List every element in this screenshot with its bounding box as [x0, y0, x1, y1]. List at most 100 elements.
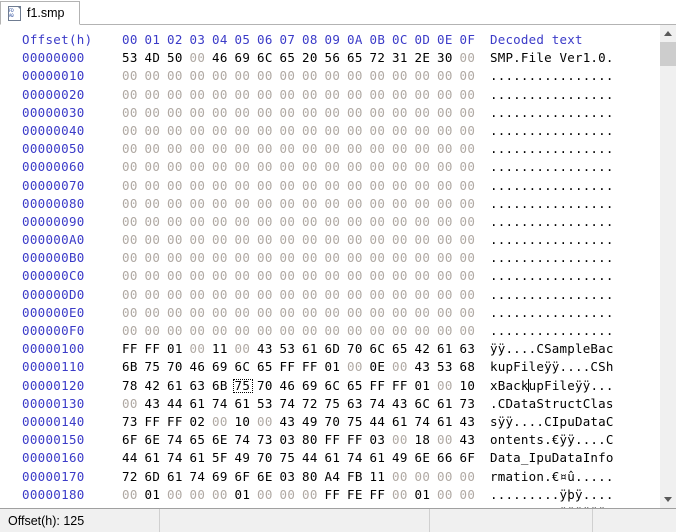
hex-byte[interactable]: 00	[235, 158, 258, 176]
hex-byte[interactable]: 01	[415, 486, 438, 504]
hex-byte[interactable]: 69	[212, 358, 235, 376]
hex-byte[interactable]: 70	[167, 358, 190, 376]
hex-byte[interactable]: 00	[437, 304, 460, 322]
hex-byte[interactable]: 73	[257, 431, 280, 449]
hex-byte[interactable]: 00	[347, 104, 370, 122]
scrollbar-thumb[interactable]	[660, 42, 676, 66]
hex-byte[interactable]: 00	[235, 122, 258, 140]
hex-byte[interactable]: 00	[257, 195, 280, 213]
hex-byte[interactable]: 6C	[235, 358, 258, 376]
hex-byte[interactable]: 61	[392, 413, 415, 431]
hex-byte[interactable]: 00	[415, 67, 438, 85]
row-decoded-text[interactable]: ................	[482, 140, 614, 158]
row-decoded-text[interactable]: ................	[482, 67, 614, 85]
hex-byte[interactable]: 6B	[122, 358, 145, 376]
hex-byte[interactable]: 00	[415, 267, 438, 285]
hex-byte[interactable]: FF	[370, 377, 393, 395]
hex-byte[interactable]: 00	[302, 504, 325, 508]
hex-byte[interactable]: 75	[325, 395, 348, 413]
hex-byte[interactable]: 00	[460, 104, 483, 122]
hex-byte[interactable]: 00	[460, 286, 483, 304]
hex-byte[interactable]: 00	[325, 249, 348, 267]
hex-byte[interactable]: 6F	[122, 431, 145, 449]
hex-byte[interactable]: 00	[347, 195, 370, 213]
hex-byte[interactable]: 00	[437, 431, 460, 449]
hex-byte[interactable]: 00	[370, 158, 393, 176]
hex-row[interactable]: 00000110 6B 75 70 46 69 6C 65 FF FF 01 00 0E 00 43 53 68…	[0, 358, 659, 376]
hex-byte[interactable]: 65	[190, 431, 213, 449]
hex-row[interactable]: 00000150 6F 6E 74 65 6E 74 73 03 80 FF FF 03 00 18 00 43…	[0, 431, 659, 449]
hex-byte[interactable]: 00	[392, 468, 415, 486]
hex-byte[interactable]: 61	[167, 377, 190, 395]
scrollbar-track[interactable]	[660, 42, 676, 491]
hex-byte[interactable]: 65	[347, 49, 370, 67]
hex-byte[interactable]: 00	[235, 213, 258, 231]
hex-byte[interactable]: 00	[415, 86, 438, 104]
hex-byte[interactable]: 00	[190, 231, 213, 249]
hex-byte[interactable]: 61	[370, 449, 393, 467]
hex-byte[interactable]: 42	[145, 377, 168, 395]
hex-byte[interactable]: 00	[145, 104, 168, 122]
hex-byte[interactable]: 46	[280, 377, 303, 395]
hex-byte[interactable]: 80	[302, 431, 325, 449]
hex-byte[interactable]: 00	[190, 67, 213, 85]
row-decoded-text[interactable]: ................	[482, 195, 614, 213]
hex-byte[interactable]: 00	[280, 231, 303, 249]
hex-byte[interactable]: 00	[460, 140, 483, 158]
hex-byte[interactable]: 10	[235, 413, 258, 431]
hex-row[interactable]: 000000D0 00 00 00 00 00 00 00 00 00 00 00 00 00 00 00 00…	[0, 286, 659, 304]
hex-byte[interactable]: 00	[392, 486, 415, 504]
hex-byte[interactable]: 49	[392, 449, 415, 467]
hex-byte[interactable]: 00	[415, 177, 438, 195]
hex-byte[interactable]: 00	[325, 104, 348, 122]
row-decoded-text[interactable]: ................	[482, 304, 614, 322]
hex-row[interactable]: 00000060 00 00 00 00 00 00 00 00 00 00 00 00 00 00 00 00…	[0, 158, 659, 176]
hex-byte[interactable]: 56	[325, 49, 348, 67]
hex-byte[interactable]: 00	[302, 67, 325, 85]
row-decoded-text[interactable]: ................	[482, 249, 614, 267]
hex-byte[interactable]: FF	[370, 504, 393, 508]
hex-byte[interactable]: 00	[325, 213, 348, 231]
hex-byte[interactable]: 00	[145, 504, 168, 508]
hex-byte[interactable]: 00	[437, 267, 460, 285]
hex-byte[interactable]: FF	[415, 504, 438, 508]
hex-byte[interactable]: 61	[325, 449, 348, 467]
hex-byte[interactable]: 00	[212, 104, 235, 122]
row-decoded-text[interactable]: ................	[482, 213, 614, 231]
row-decoded-text[interactable]: SMP.File Ver1.0.	[482, 49, 614, 67]
hex-byte[interactable]: 00	[280, 177, 303, 195]
hex-byte[interactable]: 43	[460, 431, 483, 449]
hex-byte[interactable]: 00	[212, 286, 235, 304]
hex-byte[interactable]: 00	[280, 267, 303, 285]
hex-byte[interactable]: 00	[167, 213, 190, 231]
hex-byte[interactable]: FF	[370, 486, 393, 504]
hex-byte[interactable]: 00	[257, 267, 280, 285]
hex-byte[interactable]: 00	[347, 67, 370, 85]
hex-byte[interactable]: 74	[190, 468, 213, 486]
hex-byte[interactable]: 6F	[460, 449, 483, 467]
hex-row[interactable]: 000000C0 00 00 00 00 00 00 00 00 00 00 00 00 00 00 00 00…	[0, 267, 659, 285]
hex-row[interactable]: 00000030 00 00 00 00 00 00 00 00 00 00 00 00 00 00 00 00…	[0, 104, 659, 122]
hex-byte[interactable]: 00	[235, 67, 258, 85]
hex-byte[interactable]: 78	[122, 377, 145, 395]
hex-byte[interactable]: 00	[460, 322, 483, 340]
scroll-up-button[interactable]	[660, 25, 676, 42]
hex-byte[interactable]: 43	[415, 358, 438, 376]
hex-byte[interactable]: 72	[370, 49, 393, 67]
hex-byte[interactable]: 00	[145, 158, 168, 176]
hex-byte[interactable]: 44	[302, 449, 325, 467]
hex-byte[interactable]: 00	[212, 177, 235, 195]
hex-byte[interactable]: 70	[347, 340, 370, 358]
hex-byte[interactable]: 00	[392, 286, 415, 304]
hex-row[interactable]: 00000180 00 01 00 00 00 01 00 00 00 FF FE FF 00 01 00 00…	[0, 486, 659, 504]
hex-byte[interactable]: 00	[167, 231, 190, 249]
hex-byte[interactable]: 00	[392, 231, 415, 249]
hex-byte[interactable]: 00	[347, 322, 370, 340]
hex-byte[interactable]: 00	[302, 231, 325, 249]
hex-byte[interactable]: 00	[437, 67, 460, 85]
hex-byte[interactable]: 74	[235, 431, 258, 449]
hex-byte[interactable]: 03	[370, 431, 393, 449]
hex-byte[interactable]: 00	[235, 304, 258, 322]
hex-byte[interactable]: 00	[167, 267, 190, 285]
hex-byte[interactable]: 00	[212, 267, 235, 285]
